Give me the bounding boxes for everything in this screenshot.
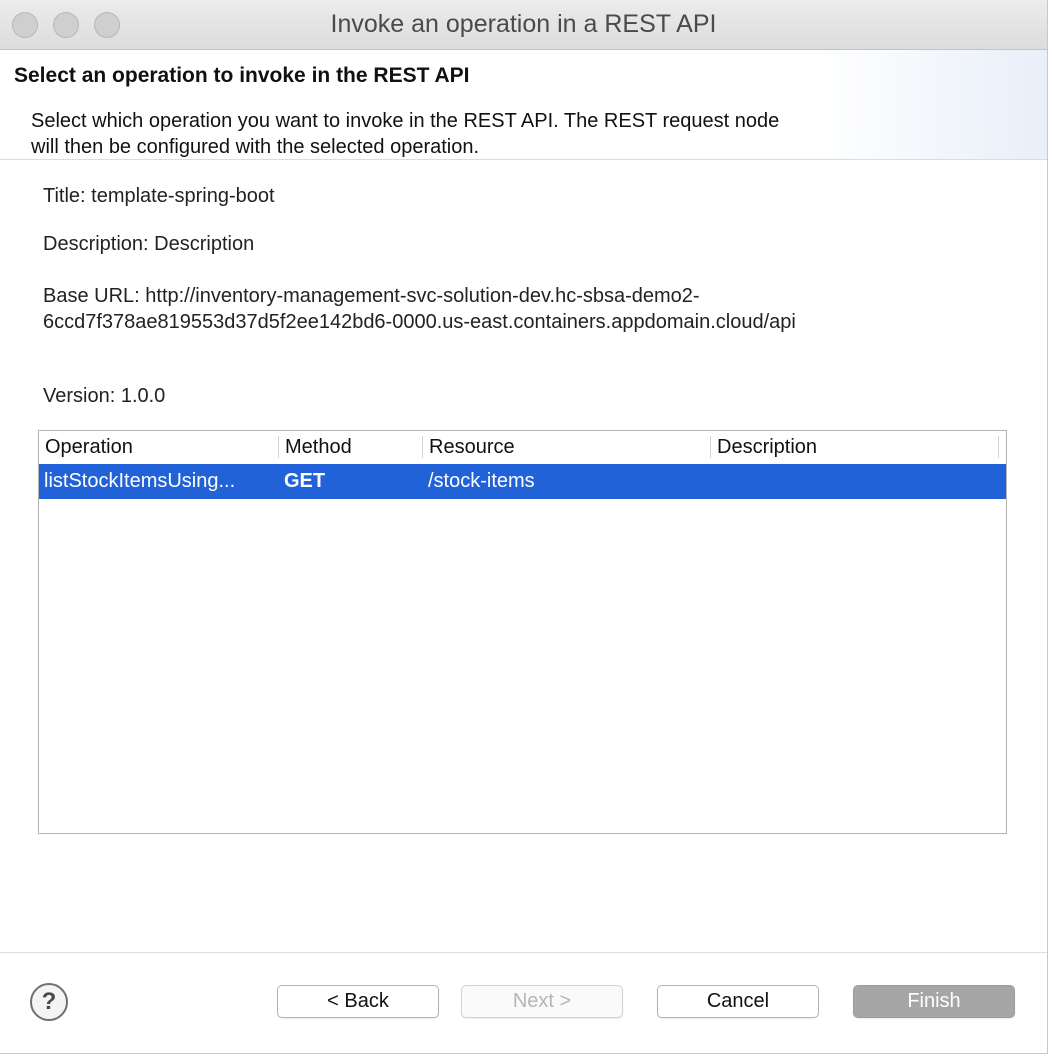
api-title: Title: template-spring-boot bbox=[43, 185, 275, 207]
table-row[interactable]: listStockItemsUsing... GET /stock-items bbox=[39, 464, 1006, 499]
table-header: Operation Method Resource Description bbox=[39, 431, 1006, 463]
column-header-operation[interactable]: Operation bbox=[39, 436, 279, 458]
column-header-description[interactable]: Description bbox=[711, 436, 999, 458]
api-base-url: Base URL: http://inventory-management-sv… bbox=[43, 285, 796, 333]
cell-resource: /stock-items bbox=[428, 470, 535, 492]
page-title: Select an operation to invoke in the RES… bbox=[14, 64, 470, 87]
finish-button[interactable]: Finish bbox=[853, 985, 1015, 1018]
column-header-resource[interactable]: Resource bbox=[423, 436, 711, 458]
next-button[interactable]: Next > bbox=[461, 985, 623, 1018]
column-header-method[interactable]: Method bbox=[279, 436, 423, 458]
back-button[interactable]: < Back bbox=[277, 985, 439, 1018]
footer-divider bbox=[0, 952, 1047, 953]
api-description: Description: Description bbox=[43, 233, 255, 255]
operations-table: Operation Method Resource Description li… bbox=[38, 430, 1007, 834]
wizard-header: Select an operation to invoke in the RES… bbox=[0, 50, 1047, 160]
page-description: Select which operation you want to invok… bbox=[31, 110, 780, 158]
cell-method: GET bbox=[284, 470, 326, 492]
api-version: Version: 1.0.0 bbox=[43, 385, 166, 407]
title-bar: Invoke an operation in a REST API bbox=[0, 0, 1047, 50]
cancel-button[interactable]: Cancel bbox=[657, 985, 819, 1018]
cell-operation: listStockItemsUsing... bbox=[44, 470, 236, 492]
dialog-window: Invoke an operation in a REST API Select… bbox=[0, 0, 1048, 1054]
cell-description bbox=[716, 464, 996, 499]
window-title: Invoke an operation in a REST API bbox=[330, 10, 717, 38]
help-icon[interactable]: ? bbox=[30, 983, 68, 1021]
